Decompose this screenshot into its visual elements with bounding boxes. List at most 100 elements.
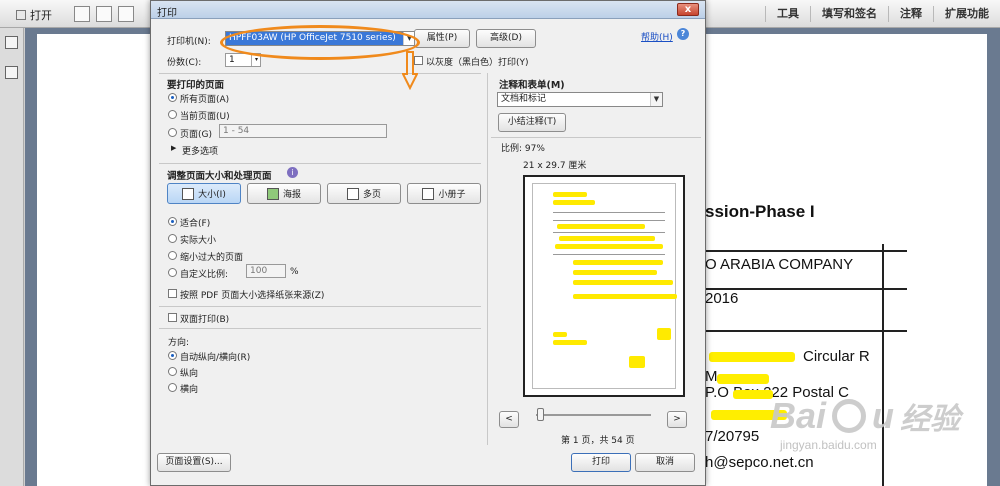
doc-title: ssion-Phase I [705, 202, 815, 221]
annotations-select[interactable]: 文档和标记 ▼ [497, 92, 663, 107]
annotations-title: 注释和表单(M) [499, 80, 565, 91]
printer-label: 打印机(N): [167, 37, 211, 47]
toolbar-icons [74, 6, 134, 22]
page-range-radio[interactable] [168, 128, 177, 137]
doc-address-2: M [705, 368, 718, 385]
auto-orientation-label: 自动纵向/横向(R) [180, 353, 251, 363]
page-range-label: 页面(G) [180, 130, 212, 140]
tools-tab[interactable]: 工具 [765, 6, 810, 22]
column-divider [487, 73, 488, 445]
help-link[interactable]: 帮助(H) [641, 30, 673, 43]
dialog-titlebar[interactable]: 打印 x [151, 1, 705, 19]
page-range-input[interactable]: 1 - 54 [219, 124, 387, 138]
create-pdf-icon[interactable] [74, 6, 90, 22]
page-setup-button[interactable]: 页面设置(S)... [157, 453, 231, 472]
cancel-button[interactable]: 取消 [635, 453, 695, 472]
sizing-section-title: 调整页面大小和处理页面 [167, 171, 272, 182]
prev-page-button[interactable]: < [499, 411, 519, 428]
preview-highlight [553, 340, 587, 345]
extensions-tab[interactable]: 扩展功能 [933, 6, 1000, 22]
preview-stamp [629, 356, 645, 368]
pages-icon[interactable] [5, 36, 18, 49]
preview-highlight [573, 294, 677, 299]
print-dialog: 打印 x 打印机(N): HPFF03AW (HP OfficeJet 7510… [150, 0, 706, 486]
highlight-mark [709, 352, 795, 362]
preview-highlight [553, 332, 567, 337]
custom-scale-value: 100 [250, 266, 268, 276]
page-info: 第 1 页，共 54 页 [561, 436, 635, 446]
preview-highlight [557, 224, 645, 229]
doc-year: 2016 [705, 290, 739, 307]
advanced-button[interactable]: 高级(D) [476, 29, 536, 48]
percent-label: % [290, 267, 299, 277]
portrait-radio[interactable] [168, 367, 177, 376]
properties-button[interactable]: 属性(P) [414, 29, 470, 48]
triangle-right-icon[interactable]: ▶ [171, 144, 176, 152]
size-mode-button[interactable]: 大小(I) [167, 183, 241, 204]
custom-scale-radio[interactable] [168, 268, 177, 277]
fill-sign-tab[interactable]: 填写和签名 [810, 6, 888, 22]
watermark-cn: 经验 [900, 403, 961, 436]
folder-icon [16, 10, 26, 20]
paw-icon [832, 399, 867, 433]
fit-radio[interactable] [168, 217, 177, 226]
preview-rule [553, 212, 665, 213]
landscape-label: 横向 [180, 385, 199, 395]
annotations-value: 文档和标记 [501, 94, 547, 104]
attachment-icon[interactable] [5, 66, 18, 79]
doc-address-1: Circular R [803, 348, 870, 365]
preview-highlight [553, 192, 587, 197]
poster-mode-button[interactable]: 海报 [247, 183, 321, 204]
doc-email: h@sepco.net.cn [705, 454, 814, 471]
custom-scale-input[interactable]: 100 [246, 264, 286, 278]
print-button[interactable]: 打印 [571, 453, 631, 472]
more-options-toggle[interactable]: 更多选项 [182, 144, 218, 157]
current-page-radio[interactable] [168, 110, 177, 119]
open-button[interactable]: 打开 [16, 7, 52, 23]
watermark-brand-suffix: u [872, 395, 895, 436]
export-icon[interactable] [96, 6, 112, 22]
zoom-slider-thumb[interactable] [537, 408, 544, 421]
close-button[interactable]: x [677, 3, 699, 16]
preview-page [532, 183, 677, 389]
divider [159, 73, 481, 74]
multiple-mode-button[interactable]: 多页 [327, 183, 401, 204]
annotation-arrow-icon [402, 51, 418, 90]
all-pages-radio[interactable] [168, 93, 177, 102]
copies-label: 份数(C): [167, 58, 202, 68]
scale-label: 比例: 97% [501, 144, 545, 154]
actual-size-label: 实际大小 [180, 236, 217, 246]
toolbar-panes: 工具 填写和签名 注释 扩展功能 [765, 0, 1000, 28]
comment-tab[interactable]: 注释 [888, 6, 933, 22]
divider [491, 137, 701, 138]
resize-icon [182, 187, 195, 200]
multiple-pages-icon [346, 187, 359, 200]
next-page-button[interactable]: > [667, 411, 687, 428]
auto-orientation-radio[interactable] [168, 351, 177, 360]
help-icon[interactable]: ? [677, 28, 689, 40]
watermark-url: jingyan.baidu.com [780, 438, 877, 452]
actual-size-radio[interactable] [168, 234, 177, 243]
page-range-placeholder: 1 - 54 [223, 126, 250, 136]
edit-icon[interactable] [118, 6, 134, 22]
open-label: 打开 [30, 9, 52, 22]
preview-stamp [657, 328, 671, 340]
booklet-mode-button[interactable]: 小册子 [407, 183, 481, 204]
preview-highlight [573, 270, 657, 275]
current-page-label: 当前页面(U) [180, 112, 230, 122]
copies-value: 1 [229, 55, 235, 65]
grayscale-label: 以灰度（黑白色）打印(Y) [426, 58, 529, 68]
left-nav-rail [0, 28, 24, 486]
shrink-radio[interactable] [168, 251, 177, 260]
booklet-mode-label: 小册子 [438, 190, 466, 200]
page-size-label: 21 x 29.7 厘米 [523, 161, 587, 171]
summarize-comments-button[interactable]: 小结注释(T) [498, 113, 566, 132]
landscape-radio[interactable] [168, 383, 177, 392]
paper-source-checkbox[interactable] [168, 289, 177, 298]
duplex-checkbox[interactable] [168, 313, 177, 322]
watermark: Bai u 经验 jingyan.baidu.com [770, 394, 960, 452]
info-icon[interactable]: i [287, 167, 298, 178]
preview-highlight [573, 280, 673, 285]
divider [159, 306, 481, 307]
zoom-slider-track[interactable] [536, 414, 651, 416]
